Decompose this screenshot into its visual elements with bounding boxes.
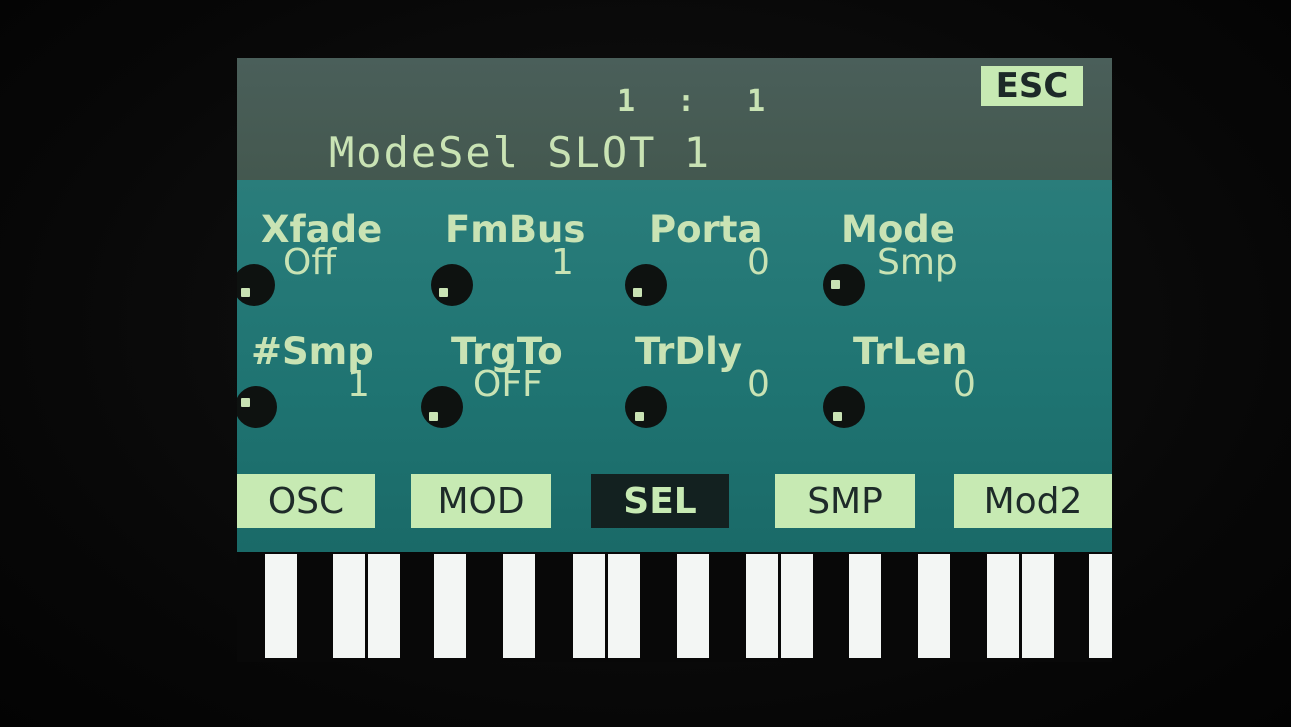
piano-key[interactable]	[1089, 554, 1112, 658]
param-value: 1	[551, 242, 574, 283]
piano-key[interactable]	[918, 554, 950, 658]
param-value: 0	[747, 242, 770, 283]
piano-key[interactable]	[333, 554, 365, 658]
piano-key[interactable]	[677, 554, 709, 658]
param-porta[interactable]: Porta 0	[625, 208, 825, 328]
param-value: 1	[347, 364, 370, 405]
param-row-2: #Smp 1 TrgTo OFF TrDly 0 TrLen 0	[237, 330, 1112, 450]
piano-key[interactable]	[608, 554, 640, 658]
param-value: 0	[953, 364, 976, 405]
trlen-knob[interactable]	[823, 386, 865, 428]
param-value: 0	[747, 364, 770, 405]
porta-knob[interactable]	[625, 264, 667, 306]
piano-key[interactable]	[781, 554, 813, 658]
piano-key[interactable]	[1022, 554, 1054, 658]
param-label: TrLen	[853, 330, 968, 373]
counter-separator: :	[677, 84, 698, 119]
param-row-1: Xfade Off FmBus 1 Porta 0 Mode Smp	[237, 208, 1112, 328]
tab-sel[interactable]: SEL	[591, 474, 729, 528]
param-value: Smp	[877, 242, 958, 283]
page-title: ModeSel SLOT 1	[329, 128, 712, 177]
piano-key[interactable]	[849, 554, 881, 658]
param-trdly[interactable]: TrDly 0	[625, 330, 825, 450]
piano-key[interactable]	[987, 554, 1019, 658]
fmbus-knob[interactable]	[431, 264, 473, 306]
tab-osc[interactable]: OSC	[237, 474, 375, 528]
param-value: Off	[283, 242, 337, 283]
piano-key[interactable]	[746, 554, 778, 658]
param-value: OFF	[473, 364, 543, 405]
xfade-knob[interactable]	[237, 264, 275, 306]
counter-left: 1	[617, 84, 638, 119]
trdly-knob[interactable]	[625, 386, 667, 428]
esc-button[interactable]: ESC	[981, 66, 1083, 106]
piano-keyboard	[237, 552, 1112, 662]
param-label: Porta	[649, 208, 763, 251]
tab-smp[interactable]: SMP	[775, 474, 915, 528]
param-trgto[interactable]: TrgTo OFF	[421, 330, 621, 450]
param-smp-count[interactable]: #Smp 1	[237, 330, 437, 450]
piano-key[interactable]	[573, 554, 605, 658]
param-mode[interactable]: Mode Smp	[823, 208, 1023, 328]
header-bar: 1 : 1 ESC ModeSel SLOT 1	[237, 58, 1112, 183]
tab-mod[interactable]: MOD	[411, 474, 551, 528]
param-fmbus[interactable]: FmBus 1	[431, 208, 631, 328]
piano-key[interactable]	[265, 554, 297, 658]
param-trlen[interactable]: TrLen 0	[823, 330, 1023, 450]
tab-mod2[interactable]: Mod2	[954, 474, 1112, 528]
trgto-knob[interactable]	[421, 386, 463, 428]
device-screen: 1 : 1 ESC ModeSel SLOT 1 Xfade Off FmBus…	[237, 58, 1112, 662]
piano-key[interactable]	[434, 554, 466, 658]
param-xfade[interactable]: Xfade Off	[237, 208, 437, 328]
param-label: TrDly	[635, 330, 742, 373]
page-tabs: OSC MOD SEL SMP Mod2	[237, 472, 1112, 538]
smp-count-knob[interactable]	[237, 386, 277, 428]
counter-right: 1	[747, 84, 768, 119]
piano-key[interactable]	[503, 554, 535, 658]
piano-key[interactable]	[368, 554, 400, 658]
mode-knob[interactable]	[823, 264, 865, 306]
